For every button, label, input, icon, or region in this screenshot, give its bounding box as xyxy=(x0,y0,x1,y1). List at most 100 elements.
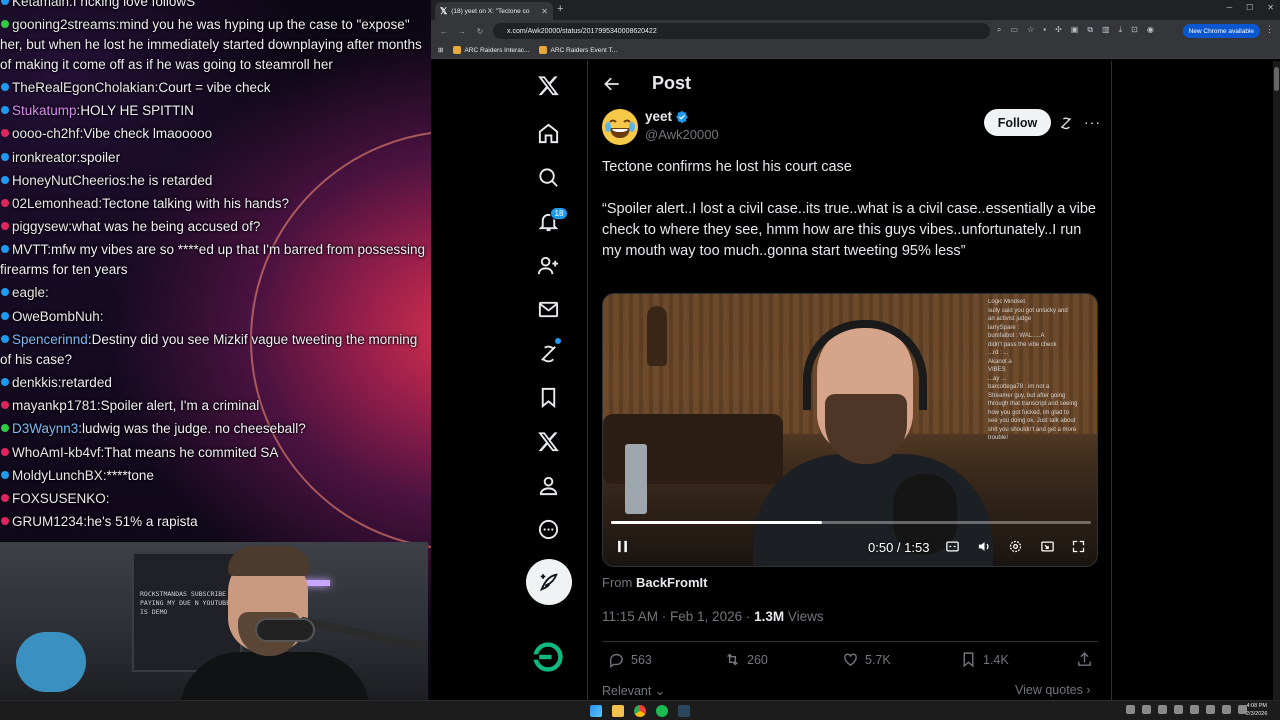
extension-icon[interactable]: ▣ xyxy=(1071,25,1079,35)
follow-button[interactable]: Follow xyxy=(984,109,1051,136)
forward-nav-icon[interactable]: → xyxy=(457,27,467,36)
extension-icon[interactable]: ✣ xyxy=(1055,25,1062,35)
tray-app-icon[interactable] xyxy=(1190,705,1199,714)
chat-username[interactable]: MoldyLunchBX xyxy=(12,468,103,483)
chat-text: f ncking love followS xyxy=(72,0,196,9)
file-explorer-icon[interactable] xyxy=(612,705,624,717)
messages-envelope-icon[interactable] xyxy=(526,287,570,331)
sidepanel-icon[interactable]: ▥ xyxy=(1102,25,1110,35)
reply-button[interactable]: 563 xyxy=(608,651,652,668)
chat-username[interactable]: Stukatump xyxy=(12,103,77,118)
bookmarks-icon[interactable] xyxy=(526,375,570,419)
chrome-icon[interactable] xyxy=(634,705,646,717)
author-avatar[interactable] xyxy=(602,109,638,145)
chat-username[interactable]: eagle xyxy=(12,285,45,300)
extension-icon[interactable]: ⊡ xyxy=(1131,25,1138,35)
profile-icon[interactable]: ◉ xyxy=(1147,25,1154,35)
chat-username[interactable]: GRUM1234 xyxy=(12,514,83,529)
fullscreen-icon[interactable] xyxy=(1069,537,1087,555)
chat-username[interactable]: denkkis xyxy=(12,375,58,390)
chat-username[interactable]: WhoAmI-kb4vf xyxy=(12,445,101,460)
follow-people-icon[interactable] xyxy=(526,243,570,287)
tray-app-icon[interactable] xyxy=(1174,705,1183,714)
download-icon[interactable]: ⤓ xyxy=(1119,25,1123,35)
minimize-icon[interactable]: ─ xyxy=(1226,3,1232,12)
tab-close-icon[interactable]: ✕ xyxy=(541,7,548,16)
chat-username[interactable]: oooo-ch2hf xyxy=(12,126,80,141)
close-window-icon[interactable]: ✕ xyxy=(1267,3,1274,12)
settings-gear-icon[interactable] xyxy=(1006,537,1024,555)
cast-icon[interactable]: ▭ xyxy=(1010,25,1018,35)
tray-app-icon[interactable] xyxy=(1142,705,1151,714)
chat-username[interactable]: mayankp1781 xyxy=(12,398,97,413)
pause-icon[interactable] xyxy=(613,537,631,555)
chat-username[interactable]: gooning2streams xyxy=(12,17,116,32)
grok-explain-icon[interactable] xyxy=(1058,115,1074,131)
volume-icon[interactable] xyxy=(975,537,993,555)
author-handle[interactable]: @Awk20000 xyxy=(645,127,719,142)
bookmark-button[interactable]: 1.4K xyxy=(960,651,1009,668)
from-source-link[interactable]: BackFromIt xyxy=(636,575,708,590)
new-tab-button[interactable]: + xyxy=(557,3,563,15)
captions-icon[interactable] xyxy=(943,537,961,555)
browser-tab-active[interactable]: 𝕏 (18) yeet on X: "Tectone co ✕ xyxy=(435,2,553,20)
profile-person-icon[interactable] xyxy=(526,463,570,507)
maximize-icon[interactable]: ☐ xyxy=(1246,3,1253,12)
video-player[interactable]: Logic Mindset sully said you got unlucky … xyxy=(602,293,1098,567)
home-icon[interactable] xyxy=(526,111,570,155)
account-avatar[interactable] xyxy=(530,639,566,675)
chat-username[interactable]: ironkreator xyxy=(12,150,77,165)
bookmark-item[interactable]: ARC Raiders Event T... xyxy=(539,46,617,54)
chat-username[interactable]: Spencerinnd xyxy=(12,332,88,347)
browser-menu-icon[interactable]: ⋮ xyxy=(1265,24,1274,35)
steam-icon[interactable] xyxy=(678,705,690,717)
chat-username[interactable]: 02Lemonhead xyxy=(12,196,98,211)
chat-username[interactable]: OweBombNuh xyxy=(12,309,100,324)
picture-in-picture-icon[interactable] xyxy=(1038,537,1056,555)
taskbar-clock[interactable]: 4:08 PM 2/3/2026 xyxy=(1246,702,1267,718)
view-quotes-link[interactable]: View quotes › xyxy=(1015,683,1091,697)
chat-username[interactable]: piggysew xyxy=(12,219,68,234)
more-circle-icon[interactable] xyxy=(526,507,570,551)
page-scrollbar[interactable] xyxy=(1273,61,1280,700)
chat-username[interactable]: D3Waynn3 xyxy=(12,421,78,436)
volume-tray-icon[interactable] xyxy=(1222,705,1231,714)
like-button[interactable]: 5.7K xyxy=(842,651,891,668)
extension-icon[interactable]: ▪ xyxy=(1043,25,1046,35)
tray-chevron-icon[interactable] xyxy=(1126,705,1135,714)
chat-username[interactable]: Ketamain xyxy=(12,0,69,9)
chat-username[interactable]: TheRealEgonCholakian xyxy=(12,80,155,95)
address-bar[interactable]: x.com/Awk20000/status/201799534000862042… xyxy=(493,23,990,39)
compose-post-button[interactable] xyxy=(526,559,572,605)
bookmark-star-icon[interactable]: ☆ xyxy=(1027,25,1034,35)
author-display-name[interactable]: yeet xyxy=(645,109,672,124)
start-windows-icon[interactable] xyxy=(590,705,602,717)
repost-button[interactable]: 260 xyxy=(724,651,768,668)
video-progress-bar[interactable] xyxy=(611,521,1091,524)
premium-x-icon[interactable] xyxy=(526,419,570,463)
notifications-bell-icon[interactable]: 18 xyxy=(526,199,570,243)
timestamp-text[interactable]: 11:15 AM · Feb 1, 2026 · xyxy=(602,609,754,624)
back-arrow-icon[interactable] xyxy=(602,74,622,94)
tray-app-icon[interactable] xyxy=(1158,705,1167,714)
grok-icon[interactable] xyxy=(526,331,570,375)
reply-sort-dropdown[interactable]: Relevant ⌄ xyxy=(602,683,665,698)
search-explore-icon[interactable] xyxy=(526,155,570,199)
extensions-puzzle-icon[interactable]: ⧉ xyxy=(1087,25,1093,35)
bookmark-item[interactable]: ARC Raiders Interac... xyxy=(453,46,529,54)
more-options-icon[interactable]: ··· xyxy=(1084,114,1101,130)
wifi-icon[interactable] xyxy=(1206,705,1215,714)
share-button[interactable] xyxy=(1076,651,1093,668)
spotify-icon[interactable] xyxy=(656,705,668,717)
scrollbar-thumb[interactable] xyxy=(1274,67,1279,91)
chrome-update-button[interactable]: New Chrome available xyxy=(1182,24,1260,38)
back-nav-icon[interactable]: ← xyxy=(439,27,449,36)
x-logo-icon[interactable] xyxy=(526,63,570,107)
reload-icon[interactable]: ↻ xyxy=(475,27,485,36)
apps-grid-icon[interactable]: ⊞ xyxy=(438,46,443,54)
search-icon[interactable]: ⌕ xyxy=(997,25,1001,35)
chat-message: ironkreator:spoiler xyxy=(0,146,431,169)
chat-username[interactable]: FOXSUSENKO xyxy=(12,491,106,506)
chat-username[interactable]: HoneyNutCheerios xyxy=(12,173,126,188)
chat-username[interactable]: MVTT xyxy=(12,242,47,257)
